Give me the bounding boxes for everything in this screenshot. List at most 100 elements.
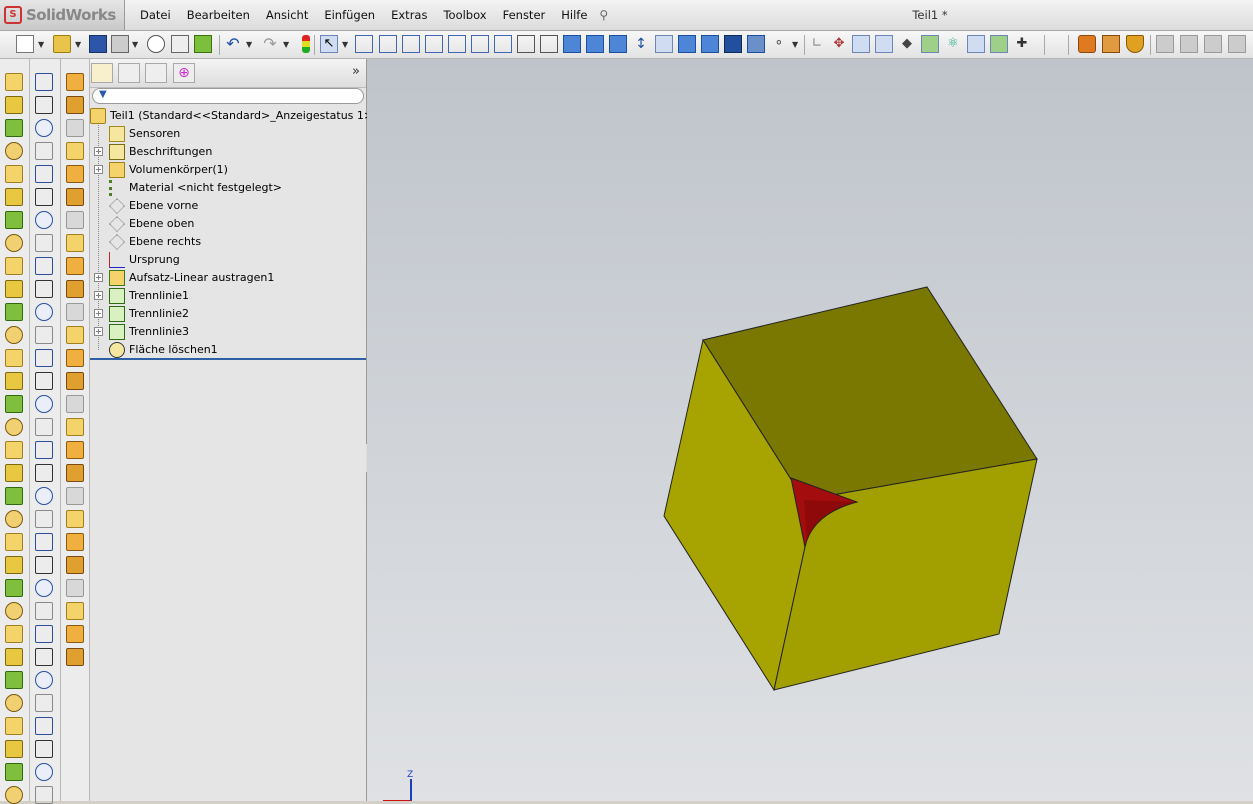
sketch-tool-icon[interactable] (35, 303, 53, 321)
menu-extras[interactable]: Extras (383, 8, 435, 22)
sketch-tool-icon[interactable] (35, 96, 53, 114)
menu-bearbeiten[interactable]: Bearbeiten (179, 8, 258, 22)
graphics-area[interactable]: Z (367, 59, 1253, 801)
dim-xpert-tab-icon[interactable]: ⊕ (173, 63, 195, 83)
feature-tool-icon[interactable] (5, 763, 23, 781)
sketch-tool-icon[interactable] (35, 533, 53, 551)
expand-panel-icon[interactable]: » (352, 64, 360, 79)
solidworks-logo[interactable]: S SolidWorks (0, 0, 125, 30)
sketch-tool-icon[interactable] (35, 165, 53, 183)
sketch-tool-icon[interactable] (35, 717, 53, 735)
sketches-icon[interactable] (921, 35, 939, 53)
feature-tool-icon[interactable] (5, 625, 23, 643)
rollback-bar[interactable] (90, 358, 366, 360)
view-top-icon[interactable] (471, 35, 489, 53)
sketch-tool-icon[interactable] (35, 740, 53, 758)
chevron-down-icon[interactable]: ▼ (132, 40, 138, 49)
sketch-relations-icon[interactable]: ⚛ (944, 35, 962, 53)
view-dimetric-icon[interactable] (563, 35, 581, 53)
hidden-lines-icon[interactable] (678, 35, 696, 53)
configuration-manager-tab-icon[interactable] (145, 63, 167, 83)
sketch-tool-icon[interactable] (35, 441, 53, 459)
sketch-tool-icon[interactable] (35, 73, 53, 91)
sketch-tool-icon[interactable] (35, 648, 53, 666)
temporary-axes-icon[interactable]: ◆ (898, 35, 916, 53)
tree-root-part[interactable]: Teil1 (Standard<<Standard>_Anzeigestatus… (90, 107, 377, 125)
tree-item[interactable]: + Beschriftungen (90, 143, 366, 161)
sketch-tool-icon[interactable] (35, 349, 53, 367)
menu-toolbox[interactable]: Toolbox (435, 8, 494, 22)
undo-icon[interactable]: ↶ (224, 35, 242, 53)
sketch-tool-icon[interactable] (35, 510, 53, 528)
print-preview-icon[interactable] (147, 35, 165, 53)
sketch-tool-icon[interactable] (35, 625, 53, 643)
surface-tool-icon[interactable] (66, 234, 84, 252)
open-folder-icon[interactable] (53, 35, 71, 53)
feature-tool-icon[interactable] (5, 303, 23, 321)
sketch-tool-icon[interactable] (35, 372, 53, 390)
menu-datei[interactable]: Datei (132, 8, 179, 22)
surface-tool-icon[interactable] (66, 188, 84, 206)
axes-icon[interactable] (852, 35, 870, 53)
chevron-down-icon[interactable]: ▼ (246, 40, 252, 49)
tree-item[interactable]: Material <nicht festgelegt> (90, 179, 366, 197)
tree-item[interactable]: + Trennlinie2 (90, 305, 366, 323)
feature-tool-icon[interactable] (5, 579, 23, 597)
zoom-to-fit-icon[interactable]: ↕ (632, 35, 650, 53)
surface-tool-icon[interactable] (66, 464, 84, 482)
surface-tool-icon[interactable] (66, 556, 84, 574)
model-view[interactable]: Z (367, 59, 1253, 801)
sketch-tool-icon[interactable] (35, 556, 53, 574)
sketch-tool-icon[interactable] (35, 694, 53, 712)
view-settings-icon[interactable]: ⚬ (770, 35, 788, 53)
feature-tool-icon[interactable] (5, 533, 23, 551)
tree-item[interactable]: Ebene oben (90, 215, 366, 233)
feature-tool-icon[interactable] (5, 326, 23, 344)
sketch-tool-icon[interactable] (35, 280, 53, 298)
surface-tool-icon[interactable] (66, 648, 84, 666)
sketch-tool-icon[interactable] (35, 464, 53, 482)
surface-tool-icon[interactable] (66, 303, 84, 321)
surface-tool-icon[interactable] (66, 211, 84, 229)
scene-icon[interactable] (1102, 35, 1120, 53)
surface-tool-icon[interactable] (66, 510, 84, 528)
feature-tool-icon[interactable] (5, 510, 23, 528)
traffic-light-icon[interactable] (302, 35, 310, 53)
feature-tree-filter[interactable]: ▼ (92, 88, 364, 104)
feature-tool-icon[interactable] (5, 165, 23, 183)
decals-icon[interactable] (1126, 35, 1144, 53)
chevron-down-icon[interactable]: ▼ (342, 40, 348, 49)
sketch-tool-icon[interactable] (35, 786, 53, 804)
view-isometric-icon[interactable] (517, 35, 535, 53)
sketch-tool-icon[interactable] (35, 671, 53, 689)
single-view-icon[interactable] (609, 35, 627, 53)
surface-tool-icon[interactable] (66, 372, 84, 390)
surface-tool-icon[interactable] (66, 602, 84, 620)
sketch-tool-icon[interactable] (35, 119, 53, 137)
surface-tool-icon[interactable] (66, 349, 84, 367)
surface-tool-icon[interactable] (66, 326, 84, 344)
pin-icon[interactable]: ⚲ (599, 8, 613, 22)
surface-tool-icon[interactable] (66, 280, 84, 298)
view-trimetric-icon[interactable] (540, 35, 558, 53)
surface-tool-icon[interactable] (66, 487, 84, 505)
chevron-down-icon[interactable]: ▼ (283, 40, 289, 49)
menu-fenster[interactable]: Fenster (495, 8, 554, 22)
chevron-down-icon[interactable]: ▼ (792, 40, 798, 49)
feature-tool-icon[interactable] (5, 211, 23, 229)
feature-tool-icon[interactable] (5, 142, 23, 160)
feature-tool-icon[interactable] (5, 487, 23, 505)
surface-tool-icon[interactable] (66, 119, 84, 137)
feature-tool-icon[interactable] (5, 671, 23, 689)
sketch-tool-icon[interactable] (35, 395, 53, 413)
view-orientation-icon[interactable] (355, 35, 373, 53)
feature-tool-icon[interactable] (5, 73, 23, 91)
feature-tool-icon[interactable] (5, 96, 23, 114)
surface-tool-icon[interactable] (66, 165, 84, 183)
menu-hilfe[interactable]: Hilfe (553, 8, 595, 22)
sketch-tool-icon[interactable] (35, 326, 53, 344)
sketch-tool-icon[interactable] (35, 257, 53, 275)
menu-einfuegen[interactable]: Einfügen (316, 8, 383, 22)
save-icon[interactable] (89, 35, 107, 53)
feature-tool-icon[interactable] (5, 602, 23, 620)
